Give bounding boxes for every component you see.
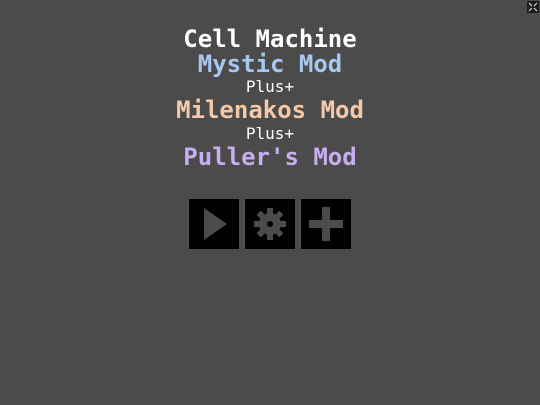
mod-name-milenakos: Milenakos Mod xyxy=(176,96,364,124)
game-screen: Cell Machine Mystic Mod Plus+ Milenakos … xyxy=(0,0,540,405)
play-button[interactable] xyxy=(189,199,239,249)
settings-button[interactable] xyxy=(245,199,295,249)
mod-name-mystic: Mystic Mod xyxy=(197,50,343,78)
gear-icon xyxy=(254,208,286,240)
play-icon xyxy=(204,208,227,240)
fullscreen-icon[interactable] xyxy=(527,1,539,13)
game-title: Cell Machine xyxy=(183,25,357,53)
plus-icon xyxy=(309,207,343,241)
plus-label-1: Plus+ xyxy=(245,77,295,96)
editor-button[interactable] xyxy=(301,199,351,249)
plus-label-2: Plus+ xyxy=(245,124,295,143)
mod-name-puller: Puller's Mod xyxy=(183,143,357,171)
